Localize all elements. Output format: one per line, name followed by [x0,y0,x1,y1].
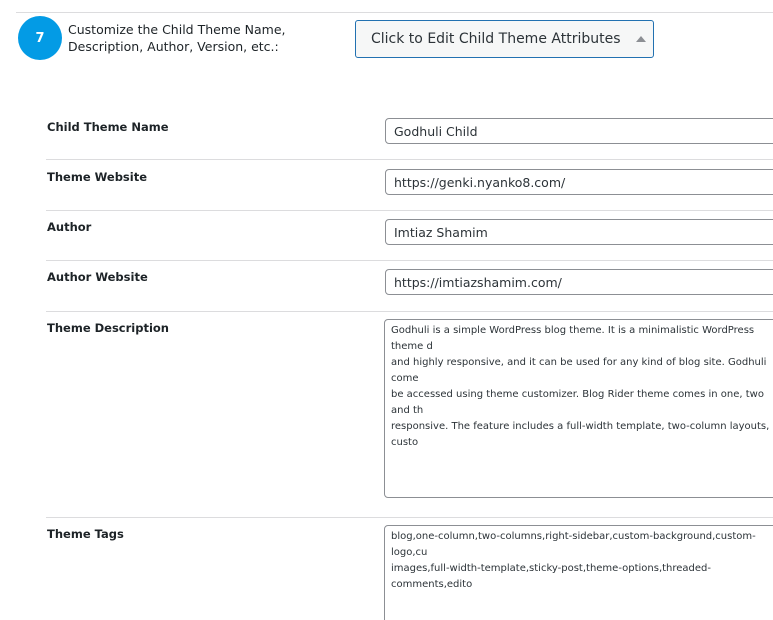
author-input[interactable] [385,219,773,245]
child-theme-name-input[interactable] [385,118,773,144]
author-label: Author [47,220,92,234]
theme-website-label: Theme Website [47,170,148,184]
theme-description-label: Theme Description [47,321,169,335]
row-divider [46,517,773,518]
child-theme-name-label: Child Theme Name [47,120,169,134]
theme-tags-label: Theme Tags [47,527,124,541]
child-theme-attributes-form: Child Theme Name Theme Website Author Au… [0,0,773,620]
author-website-label: Author Website [47,270,148,284]
row-divider [46,159,773,160]
author-website-input[interactable] [385,269,773,295]
row-divider [46,260,773,261]
row-divider [46,210,773,211]
theme-description-textarea[interactable]: Godhuli is a simple WordPress blog theme… [384,319,773,498]
theme-website-input[interactable] [385,169,773,195]
theme-tags-textarea[interactable]: blog,one-column,two-columns,right-sideba… [384,525,773,620]
row-divider [46,311,773,312]
child-theme-settings-page: 7 Customize the Child Theme Name, Descri… [0,0,773,620]
